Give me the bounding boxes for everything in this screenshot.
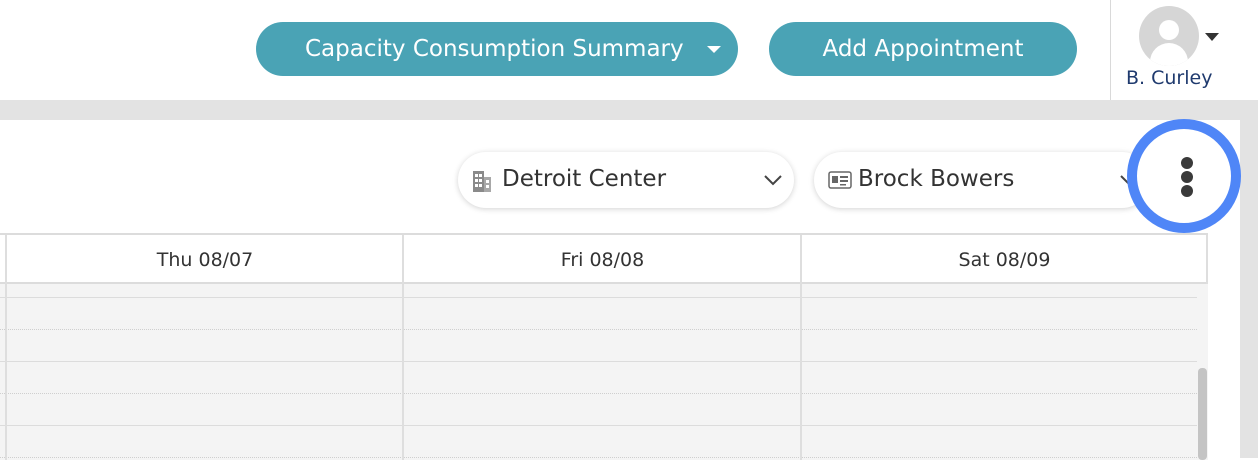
avatar-head xyxy=(1159,20,1179,40)
more-vertical-icon[interactable] xyxy=(1181,185,1193,197)
top-header: Capacity Consumption Summary Add Appoint… xyxy=(0,0,1258,100)
header-divider xyxy=(1110,0,1111,100)
column-divider xyxy=(800,235,802,460)
right-gutter xyxy=(1240,120,1258,458)
day-header: Thu 08/07 xyxy=(7,237,403,282)
add-appointment-label: Add Appointment xyxy=(822,36,1024,62)
column-divider xyxy=(402,235,404,460)
header-separator-band xyxy=(0,100,1258,120)
slot-line xyxy=(0,329,1197,330)
caret-down-icon xyxy=(707,46,721,53)
more-vertical-icon[interactable] xyxy=(1181,157,1193,169)
add-appointment-button[interactable]: Add Appointment xyxy=(769,22,1077,76)
capacity-summary-button[interactable]: Capacity Consumption Summary xyxy=(256,22,738,76)
location-select[interactable]: Detroit Center xyxy=(458,152,794,208)
chevron-down-icon xyxy=(764,175,782,186)
more-vertical-icon[interactable] xyxy=(1181,171,1193,183)
user-menu-caret-icon[interactable] xyxy=(1205,33,1219,41)
slot-line xyxy=(0,425,1197,426)
capacity-summary-label: Capacity Consumption Summary xyxy=(305,36,684,62)
person-select-value: Brock Bowers xyxy=(858,166,1015,192)
person-select[interactable]: Brock Bowers xyxy=(814,152,1150,208)
user-name[interactable]: B. Curley xyxy=(1126,67,1212,89)
slot-line xyxy=(0,361,1197,362)
column-divider xyxy=(5,235,7,460)
avatar-shoulders xyxy=(1150,43,1188,66)
slot-line xyxy=(0,393,1197,394)
building-icon xyxy=(473,171,491,192)
scrollbar-thumb[interactable] xyxy=(1198,368,1207,460)
id-card-icon xyxy=(828,171,852,189)
location-select-value: Detroit Center xyxy=(502,166,667,192)
time-slots-area[interactable] xyxy=(0,284,1197,460)
header-bottom-line xyxy=(0,282,1208,284)
slot-line xyxy=(0,297,1197,298)
day-header: Sat 08/09 xyxy=(802,237,1207,282)
calendar-grid: Thu 08/07 Fri 08/08 Sat 08/09 xyxy=(0,233,1208,460)
day-header: Fri 08/08 xyxy=(404,237,801,282)
avatar-icon[interactable] xyxy=(1139,6,1199,66)
